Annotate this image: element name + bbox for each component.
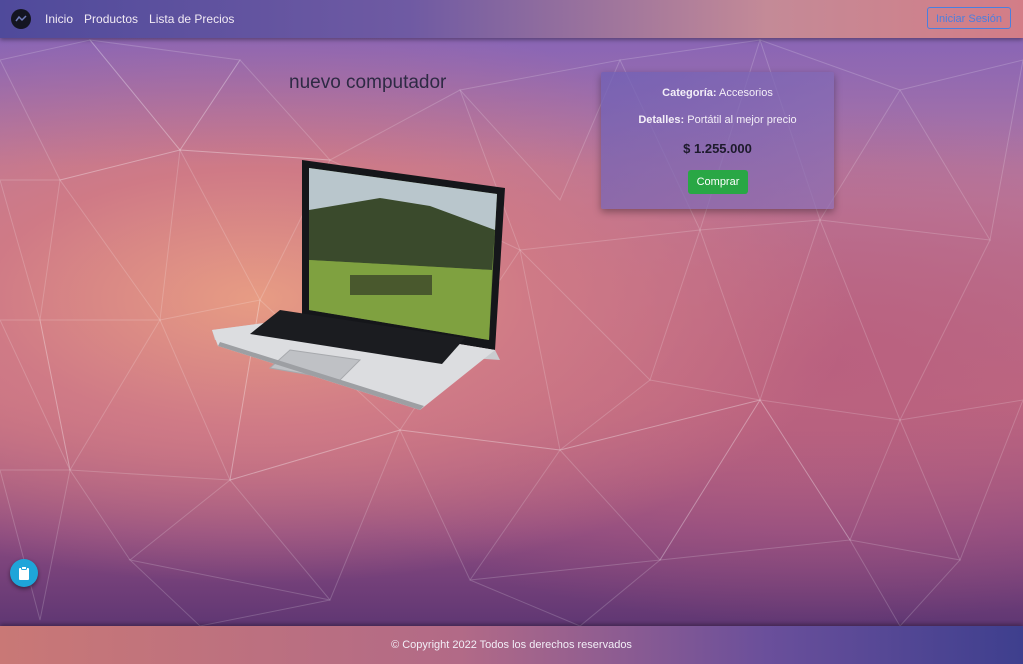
category-row: Categoría: Accesorios — [601, 87, 834, 99]
product-title: nuevo computador — [289, 72, 447, 93]
page-footer: © Copyright 2022 Todos los derechos rese… — [0, 626, 1023, 664]
background-pattern — [0, 39, 1023, 627]
details-row: Detalles: Portátil al mejor precio — [601, 114, 834, 126]
clipboard-icon — [19, 566, 29, 580]
product-image — [212, 160, 505, 410]
nav-link-productos[interactable]: Productos — [84, 12, 138, 26]
login-button[interactable]: Iniciar Sesión — [926, 7, 1011, 29]
details-label: Detalles: — [638, 114, 685, 126]
product-info-card: Categoría: Accesorios Detalles: Portátil… — [601, 72, 834, 209]
nav-link-lista-de-precios[interactable]: Lista de Precios — [149, 12, 234, 26]
product-price: $ 1.255.000 — [683, 141, 752, 156]
category-value: Accesorios — [719, 87, 773, 99]
category-label: Categoría: — [662, 87, 717, 99]
top-navbar: Inicio Productos Lista de Precios Inicia… — [0, 0, 1023, 38]
clipboard-fab-button[interactable] — [10, 559, 38, 587]
buy-button[interactable]: Comprar — [688, 170, 748, 194]
details-value: Portátil al mejor precio — [687, 114, 797, 126]
footer-copyright: © Copyright 2022 Todos los derechos rese… — [391, 639, 632, 651]
nav-link-inicio[interactable]: Inicio — [45, 12, 73, 26]
brand-logo-icon[interactable] — [11, 9, 31, 29]
